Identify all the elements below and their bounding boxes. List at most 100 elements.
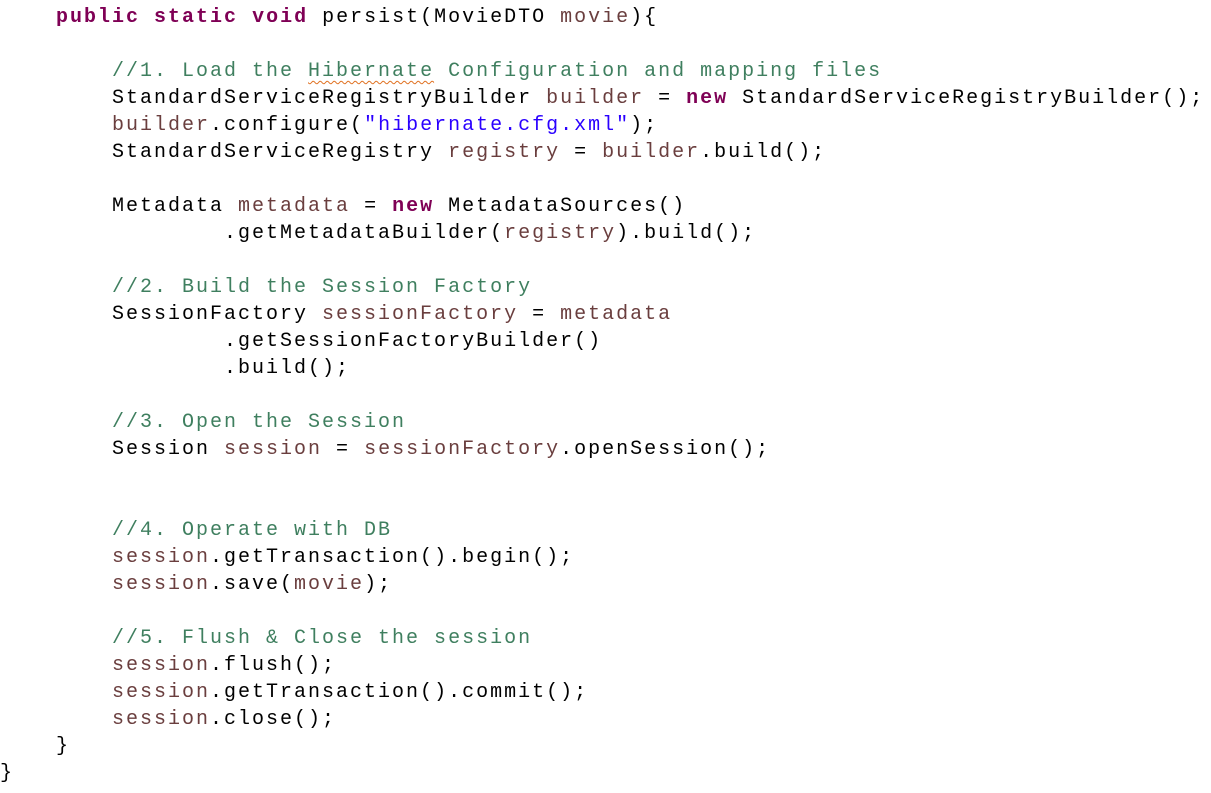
variable-token: session <box>112 654 211 677</box>
code-token: .close(); <box>210 708 337 731</box>
code-line: session.save(movie); <box>0 571 1204 598</box>
code-token: = <box>322 438 365 461</box>
code-line: //5. Flush & Close the session <box>0 625 1204 652</box>
code-line: .build(); <box>0 355 1204 382</box>
code-token: Session <box>0 438 225 461</box>
code-line: //4. Operate with DB <box>0 517 1204 544</box>
variable-token: session <box>112 546 211 569</box>
code-token: ).build(); <box>616 222 757 245</box>
code-token: = <box>560 141 603 164</box>
code-token: ){ <box>630 6 659 29</box>
code-token: = <box>518 303 561 326</box>
code-token: StandardServiceRegistryBuilder(); <box>728 87 1205 110</box>
keyword-token: new <box>686 87 729 110</box>
variable-token: sessionFactory <box>364 438 561 461</box>
code-token: .build(); <box>0 357 351 380</box>
code-line: session.getTransaction().begin(); <box>0 544 1204 571</box>
keyword-token: new <box>392 195 435 218</box>
comment-token: //3. Open the Session <box>112 411 407 434</box>
keyword-token: void <box>252 6 309 29</box>
variable-token: session <box>112 573 211 596</box>
code-token: .getTransaction().begin(); <box>210 546 575 569</box>
code-token: } <box>0 735 71 758</box>
variable-token: movie <box>294 573 365 596</box>
code-token: Metadata <box>0 195 239 218</box>
variable-token: registry <box>448 141 561 164</box>
code-line: .getMetadataBuilder(registry).build(); <box>0 220 1204 247</box>
code-line: StandardServiceRegistry registry = build… <box>0 139 1204 166</box>
code-line: .getSessionFactoryBuilder() <box>0 328 1204 355</box>
code-token: } <box>0 762 15 785</box>
code-token: MetadataSources() <box>434 195 687 218</box>
code-line: Metadata metadata = new MetadataSources(… <box>0 193 1204 220</box>
variable-token: metadata <box>238 195 351 218</box>
code-token: StandardServiceRegistry <box>0 141 449 164</box>
comment-token: //1. Load the <box>112 60 309 83</box>
variable-token: metadata <box>560 303 673 326</box>
comment-token: //5. Flush & Close the session <box>112 627 533 650</box>
code-token: StandardServiceRegistryBuilder <box>0 87 547 110</box>
code-line: //2. Build the Session Factory <box>0 274 1204 301</box>
code-token: .getTransaction().commit(); <box>210 681 589 704</box>
code-token: .build(); <box>700 141 827 164</box>
variable-token: sessionFactory <box>322 303 519 326</box>
code-token: ); <box>364 573 393 596</box>
variable-token: builder <box>602 141 701 164</box>
variable-token: builder <box>112 114 211 137</box>
variable-token: registry <box>504 222 617 245</box>
comment-token: Configuration and mapping files <box>434 60 883 83</box>
code-token: persist(MovieDTO <box>308 6 561 29</box>
keyword-token: static <box>154 6 239 29</box>
code-line: Session session = sessionFactory.openSes… <box>0 436 1204 463</box>
code-line: session.flush(); <box>0 652 1204 679</box>
variable-token: session <box>112 681 211 704</box>
code-line: //3. Open the Session <box>0 409 1204 436</box>
code-line: session.getTransaction().commit(); <box>0 679 1204 706</box>
code-line: } <box>0 760 1204 787</box>
code-token: = <box>350 195 393 218</box>
code-line: //1. Load the Hibernate Configuration an… <box>0 58 1204 85</box>
variable-token: movie <box>560 6 631 29</box>
keyword-token: public <box>56 6 141 29</box>
code-line: StandardServiceRegistryBuilder builder =… <box>0 85 1204 112</box>
code-line: } <box>0 733 1204 760</box>
code-token: .getSessionFactoryBuilder() <box>0 330 603 353</box>
string-token: "hibernate.cfg.xml" <box>364 114 631 137</box>
code-editor[interactable]: public static void persist(MovieDTO movi… <box>0 4 1204 787</box>
code-line: SessionFactory sessionFactory = metadata <box>0 301 1204 328</box>
spellcheck-flagged-word: Hibernate <box>308 60 435 83</box>
variable-token: session <box>112 708 211 731</box>
variable-token: session <box>224 438 323 461</box>
code-token: .getMetadataBuilder( <box>0 222 505 245</box>
code-line: public static void persist(MovieDTO movi… <box>0 4 1204 31</box>
code-token: .save( <box>210 573 295 596</box>
code-line: builder.configure("hibernate.cfg.xml"); <box>0 112 1204 139</box>
code-token: = <box>644 87 687 110</box>
code-token: SessionFactory <box>0 303 323 326</box>
code-token: .openSession(); <box>560 438 771 461</box>
code-token: .configure( <box>210 114 365 137</box>
code-token: ); <box>630 114 659 137</box>
comment-token: //2. Build the Session Factory <box>112 276 533 299</box>
variable-token: builder <box>546 87 645 110</box>
code-line: session.close(); <box>0 706 1204 733</box>
